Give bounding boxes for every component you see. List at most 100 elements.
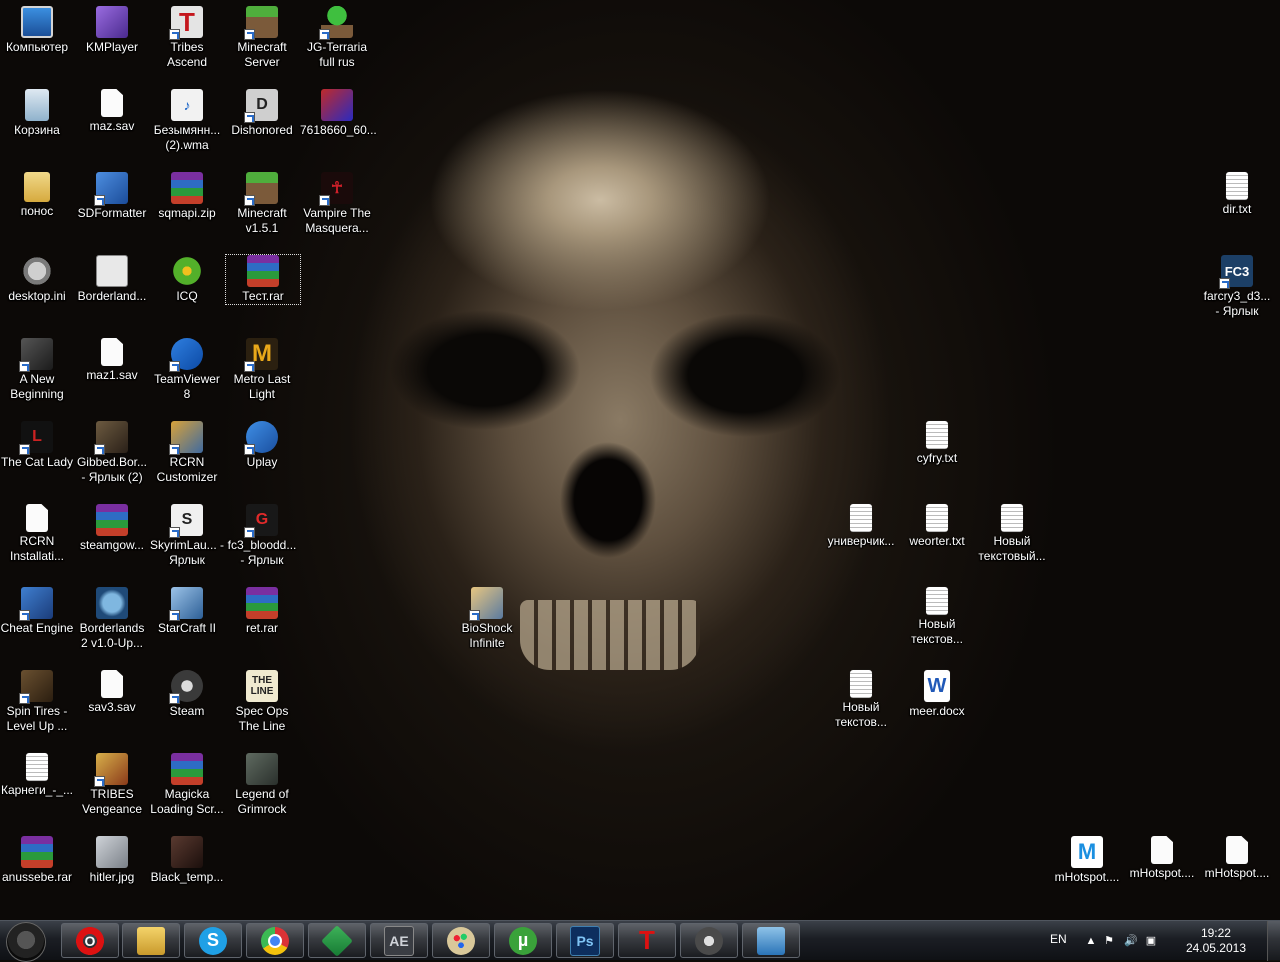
desktop-icon-metro-last-light[interactable]: M Metro Last Light: [225, 338, 299, 402]
rcrn-icon: [169, 421, 203, 455]
desktop-icon-ret-rar[interactable]: ret.rar: [225, 587, 299, 636]
desktop-icon-mhotspot1[interactable]: M mHotspot....: [1050, 836, 1124, 885]
taskbar-after-effects[interactable]: AE: [370, 923, 428, 958]
desktop-icon-hitler-jpg[interactable]: hitler.jpg: [75, 836, 149, 885]
language-indicator[interactable]: EN: [1050, 932, 1067, 946]
uplay-icon: [244, 421, 278, 455]
desktop-icon-7618660[interactable]: 7618660_60...: [300, 89, 377, 138]
desktop-icon-bezymyannyi-wma[interactable]: ♪ Безымянн... (2).wma: [150, 89, 224, 153]
desktop-icon-borderland[interactable]: Borderland...: [75, 255, 149, 304]
cheat-engine-icon: [19, 587, 53, 621]
desktop-icon-tribes-ascend[interactable]: T Tribes Ascend: [150, 6, 224, 70]
desktop-icon-borderlands2[interactable]: Borderlands 2 v1.0-Up...: [75, 587, 149, 651]
icon-label: Тест.rar: [242, 289, 284, 303]
taskbar-chrome[interactable]: [246, 923, 304, 958]
desktop-icon-cheat-engine[interactable]: Cheat Engine: [0, 587, 74, 636]
desktop-icon-sdformatter[interactable]: SDFormatter: [75, 172, 149, 221]
desktop-icon-meer-docx[interactable]: W meer.docx: [900, 670, 974, 719]
desktop-icon-minecraft-server[interactable]: Minecraft Server: [225, 6, 299, 70]
taskbar-tribes[interactable]: T: [618, 923, 676, 958]
desktop-icon-weorter-txt[interactable]: weorter.txt: [900, 504, 974, 549]
desktop-icon-sav3-sav[interactable]: sav3.sav: [75, 670, 149, 715]
taskbar-explorer[interactable]: [122, 923, 180, 958]
taskbar-photoshop[interactable]: Ps: [556, 923, 614, 958]
desktop-icon-dir-txt[interactable]: dir.txt: [1200, 172, 1274, 217]
desktop-icon-gibbed[interactable]: Gibbed.Bor... - Ярлык (2): [75, 421, 149, 485]
desktop-icon-cat-lady[interactable]: L The Cat Lady: [0, 421, 74, 470]
volume-icon[interactable]: 🔊: [1124, 934, 1138, 948]
text-file-icon: [926, 587, 948, 615]
taskbar-steam[interactable]: [680, 923, 738, 958]
desktop-icon-tribes-vengeance[interactable]: TRIBES Vengeance: [75, 753, 149, 817]
desktop-icon-anussebe-rar[interactable]: anussebe.rar: [0, 836, 74, 885]
icon-label: Новый текстовый...: [978, 534, 1046, 563]
icon-label: steamgow...: [79, 538, 145, 552]
desktop-icon-test-rar[interactable]: Тест.rar: [225, 254, 301, 305]
clock[interactable]: 19:22 24.05.2013: [1186, 926, 1246, 956]
desktop-icon-karnegi[interactable]: Карнеги_-_...: [0, 753, 74, 798]
taskbar-utorrent[interactable]: µ: [494, 923, 552, 958]
desktop-icon-icq[interactable]: ICQ: [150, 255, 224, 304]
text-file-icon: [926, 421, 948, 449]
skype-icon: S: [199, 926, 227, 955]
taskbar-app-green[interactable]: [308, 923, 366, 958]
desktop-icon-bioshock[interactable]: BioShock Infinite: [450, 587, 524, 651]
desktop-icon-rcrn-install[interactable]: RCRN Installati...: [0, 504, 74, 564]
desktop-icon-farcry3[interactable]: FC3 farcry3_d3... - Ярлык: [1200, 255, 1274, 319]
desktop-icon-maz1-sav[interactable]: maz1.sav: [75, 338, 149, 383]
desktop-icon-fc3-blood[interactable]: G fc3_bloodd... - Ярлык: [225, 504, 299, 568]
icon-label: sqmapi.zip: [158, 206, 216, 220]
desktop-icon-universitet[interactable]: универчик...: [824, 504, 898, 549]
desktop-icon-mhotspot3[interactable]: mHotspot....: [1200, 836, 1274, 881]
desktop-icon-legend-grimrock[interactable]: Legend of Grimrock: [225, 753, 299, 817]
desktop-icon-minecraft-151[interactable]: Minecraft v1.5.1: [225, 172, 299, 236]
show-desktop-button[interactable]: [1267, 921, 1280, 961]
taskbar-downloader[interactable]: [742, 923, 800, 958]
icon-label: sav3.sav: [88, 700, 136, 714]
desktop-icon-sqmapi-zip[interactable]: sqmapi.zip: [150, 172, 224, 221]
desktop-icon-maz-sav[interactable]: maz.sav: [75, 89, 149, 134]
taskbar-paint[interactable]: [432, 923, 490, 958]
icon-label: mHotspot....: [1054, 870, 1120, 884]
desktop-icon-novyi-txt2[interactable]: Новый текстов...: [900, 587, 974, 647]
desktop-icon-uplay[interactable]: Uplay: [225, 421, 299, 470]
desktop-icon-a-new-beginning[interactable]: A New Beginning: [0, 338, 74, 402]
desktop-icon-mhotspot2[interactable]: mHotspot....: [1125, 836, 1199, 881]
paint-palette-icon: [447, 926, 475, 955]
desktop-icon-starcraft2[interactable]: StarCraft II: [150, 587, 224, 636]
shortcut-arrow-icon: [19, 361, 30, 372]
desktop-icon-steamgow[interactable]: steamgow...: [75, 504, 149, 553]
desktop-icon-teamviewer[interactable]: TeamViewer 8: [150, 338, 224, 402]
desktop-icon-ponos[interactable]: понос: [0, 172, 74, 219]
taskbar-opera[interactable]: O: [61, 923, 119, 958]
desktop-icon-cyfry-txt[interactable]: cyfry.txt: [900, 421, 974, 466]
icon-label: mHotspot....: [1204, 866, 1270, 880]
desktop-icon-desktop-ini[interactable]: desktop.ini: [0, 255, 74, 304]
desktop-icon-black-temp[interactable]: Black_temp...: [150, 836, 224, 885]
action-center-flag-icon[interactable]: ⚑: [1102, 934, 1116, 948]
archive-icon: [171, 753, 203, 785]
desktop-icon-novyi-txt1[interactable]: Новый текстовый...: [975, 504, 1049, 564]
desktop-icon-rcrn-customizer[interactable]: RCRN Customizer: [150, 421, 224, 485]
desktop-icon-computer[interactable]: Компьютер: [0, 6, 74, 55]
spec-ops-icon: THE LINE: [246, 670, 278, 702]
desktop[interactable]: Компьютер Корзина понос desktop.ini A Ne…: [0, 0, 1280, 920]
network-icon[interactable]: ▣: [1144, 934, 1158, 948]
desktop-icon-vampire[interactable]: ☥ Vampire The Masquera...: [300, 172, 374, 236]
desktop-icon-dishonored[interactable]: D Dishonored: [225, 89, 299, 138]
desktop-icon-spin-tires[interactable]: Spin Tires - Level Up ...: [0, 670, 74, 734]
desktop-icon-spec-ops[interactable]: THE LINE Spec Ops The Line: [225, 670, 299, 734]
desktop-icon-jg-terraria[interactable]: JG-Terraria full rus: [300, 6, 374, 70]
desktop-icon-recycle-bin[interactable]: Корзина: [0, 89, 74, 138]
desktop-icon-novyi-txt3[interactable]: Новый текстов...: [824, 670, 898, 730]
game-icon: [19, 338, 53, 372]
taskbar-skype[interactable]: S: [184, 923, 242, 958]
desktop-icon-magicka[interactable]: Magicka Loading Scr...: [150, 753, 224, 817]
start-button[interactable]: [6, 922, 46, 962]
desktop-icon-kmplayer[interactable]: KMPlayer: [75, 6, 149, 55]
desktop-icon-skyrim[interactable]: S SkyrimLau... - Ярлык: [150, 504, 224, 568]
desktop-icon-steam[interactable]: Steam: [150, 670, 224, 719]
show-hidden-icons-arrow-icon[interactable]: ▲: [1084, 934, 1098, 948]
icon-label: maz1.sav: [86, 368, 138, 382]
clock-date: 24.05.2013: [1185, 941, 1246, 955]
